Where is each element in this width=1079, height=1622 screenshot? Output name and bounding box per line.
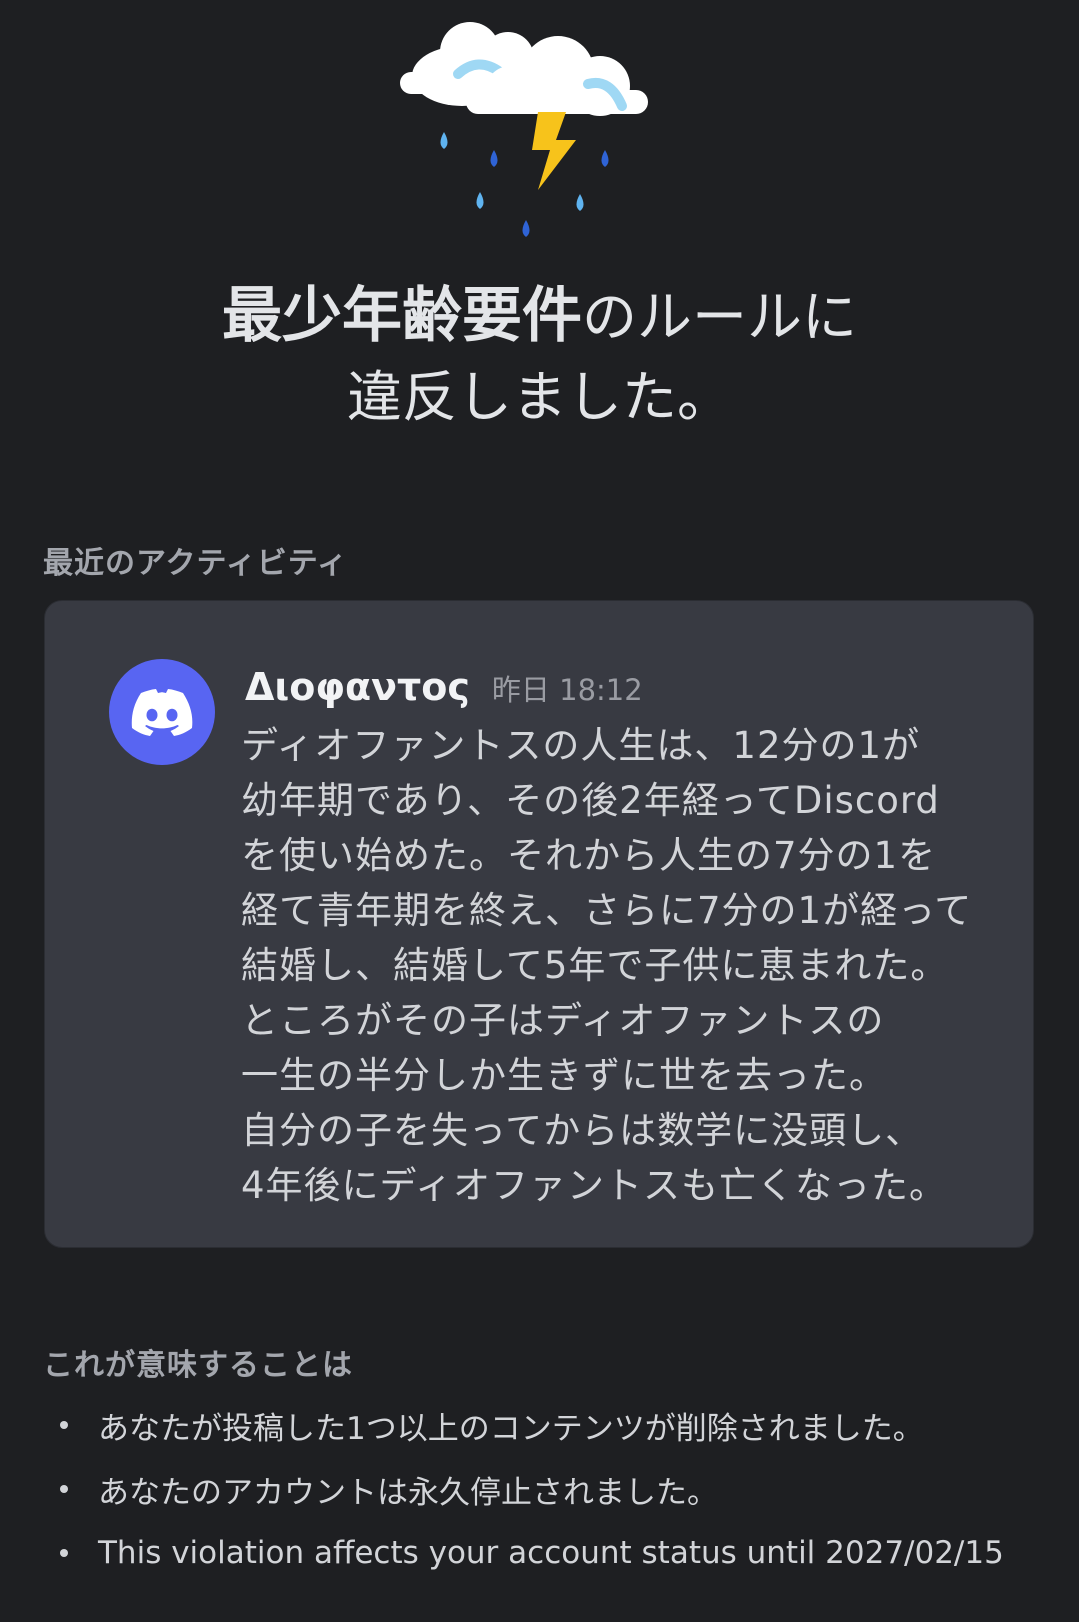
bullet-dot-icon	[60, 1549, 68, 1557]
message-line: 自分の子を失ってからは数学に没頭し、	[241, 1109, 924, 1152]
consequence-text: あなたが投稿した1つ以上のコンテンツが削除されました。	[98, 1410, 924, 1447]
avatar	[109, 659, 215, 765]
recent-activity-heading: 最近のアクティビティ	[43, 546, 348, 581]
storm-cloud-icon	[400, 22, 648, 237]
message-timestamp: 昨日 18:12	[491, 673, 643, 707]
message-line: 4年後にディオファントスも亡くなった。	[241, 1164, 947, 1207]
message-line: 一生の半分しか生きずに世を去った。	[241, 1054, 887, 1097]
message-line: 幼年期であり、その後2年経ってDiscord	[241, 779, 940, 822]
bullet-dot-icon	[60, 1485, 68, 1493]
message-header: Διοφαντος 昨日 18:12	[245, 665, 643, 709]
list-item: This violation affects your account stat…	[54, 1521, 1054, 1585]
meaning-heading: これが意味することは	[43, 1348, 353, 1383]
title-emphasis: 最少年齢要件	[221, 281, 582, 351]
lightning-bolt	[532, 112, 576, 190]
list-item: あなたが投稿した1つ以上のコンテンツが削除されました。	[54, 1393, 1054, 1457]
message-content: ディオファントスの人生は、12分の1が 幼年期であり、その後2年経ってDisco…	[241, 718, 1011, 1213]
raindrops	[440, 132, 609, 237]
page-title: 最少年齢要件のルールに 違反しました。	[0, 276, 1079, 437]
consequence-text: This violation affects your account stat…	[98, 1535, 1004, 1571]
message-line: 結婚し、結婚して5年で子供に恵まれた。	[241, 944, 949, 987]
message-line: ディオファントスの人生は、12分の1が	[241, 724, 921, 767]
discord-logo-icon	[131, 689, 193, 736]
violation-page: 最少年齢要件のルールに 違反しました。 最近のアクティビティ Διοφαντος…	[0, 0, 1079, 1622]
consequence-list: あなたが投稿した1つ以上のコンテンツが削除されました。 あなたのアカウントは永久…	[54, 1393, 1054, 1585]
list-item: あなたのアカウントは永久停止されました。	[54, 1457, 1054, 1521]
title-line-1: 最少年齢要件のルールに	[0, 276, 1079, 357]
message-line: を使い始めた。それから人生の7分の1を	[241, 834, 937, 877]
activity-message-card: Διοφαντος 昨日 18:12 ディオファントスの人生は、12分の1が 幼…	[44, 600, 1034, 1248]
title-line-1-rest: のルールに	[581, 285, 857, 349]
consequence-text: あなたのアカウントは永久停止されました。	[98, 1474, 718, 1511]
bullet-dot-icon	[60, 1421, 68, 1429]
title-line-2: 違反しました。	[346, 365, 732, 429]
message-line: 経て青年期を終え、さらに7分の1が経って	[241, 889, 973, 932]
message-line: ところがその子はディオファントスの	[241, 999, 885, 1042]
username[interactable]: Διοφαντος	[245, 665, 470, 709]
